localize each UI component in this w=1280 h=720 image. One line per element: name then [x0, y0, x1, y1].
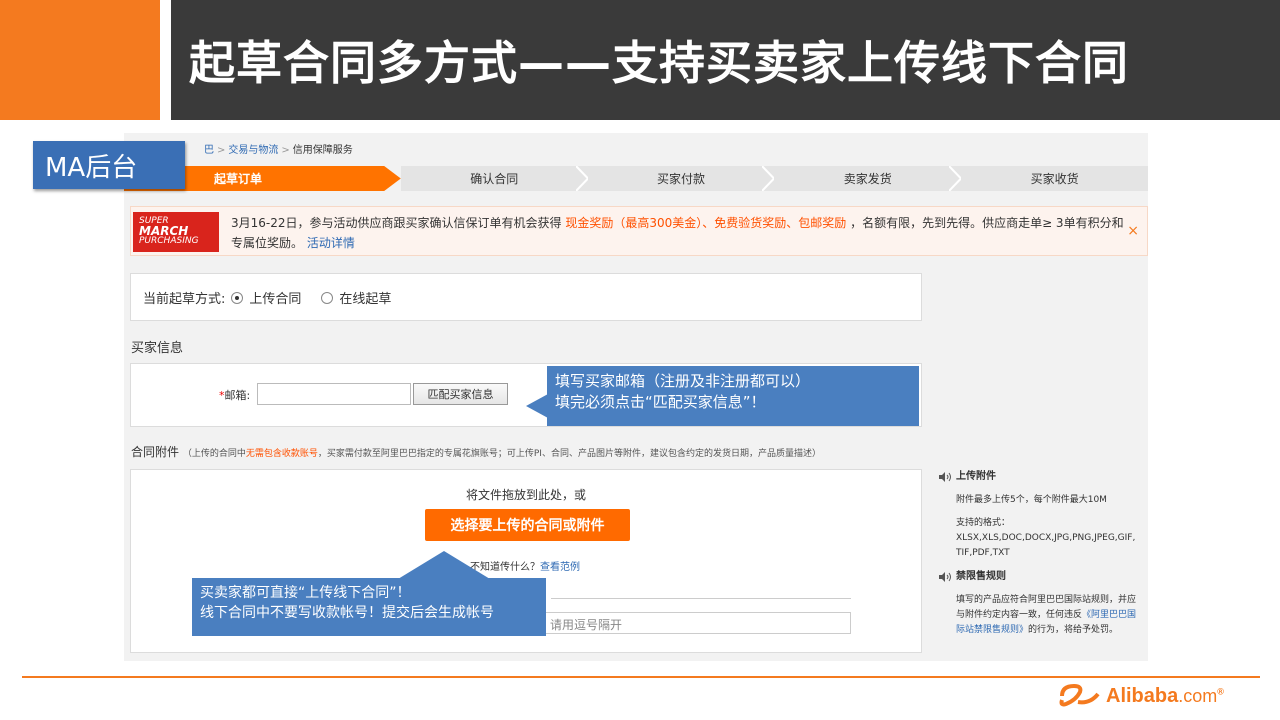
radio-online-draft[interactable] [321, 291, 334, 304]
upload-info-header: 上传附件 [938, 469, 1138, 484]
callout-line: 买卖家都可直接“上传线下合同”！ [200, 585, 411, 601]
view-example-link[interactable]: 查看范例 [540, 562, 580, 573]
rules-text-2: 的行为，将给予处罚。 [1028, 625, 1119, 635]
step-buyer-payment: 买家付款 [587, 166, 775, 191]
callout-pointer [526, 394, 548, 418]
divider [551, 598, 851, 599]
step-label: 确认合同 [470, 172, 519, 186]
promo-banner: SUPER MARCH PURCHASING 3月16-22日，参与活动供应商跟… [130, 206, 1148, 256]
ma-badge: MA后台 [33, 141, 185, 189]
breadcrumb-separator: > [281, 145, 290, 156]
email-label: *邮箱: [219, 387, 250, 403]
upload-info-title: 上传附件 [956, 471, 996, 482]
step-label: 买家收货 [1030, 172, 1079, 186]
alibaba-smile-icon [1059, 683, 1100, 707]
step-confirm-contract: 确认合同 [400, 166, 588, 191]
email-callout: 填写买家邮箱（注册及非注册都可以） 填完必须点击“匹配买家信息”！ [547, 366, 919, 426]
note-warning: 无需包含收款账号 [245, 449, 318, 459]
breadcrumb: 巴 > 交易与物流 > 信用保障服务 [204, 141, 353, 156]
upload-contract-button[interactable]: 选择要上传的合同或附件 [425, 509, 630, 541]
callout-line: 填完必须点击“匹配买家信息”！ [555, 393, 766, 411]
slide-title: 起草合同多方式——支持买卖家上传线下合同 [189, 36, 1129, 90]
promo-details-link[interactable]: 活动详情 [307, 236, 355, 250]
alibaba-wordmark: Alibaba.com® [1106, 685, 1224, 708]
rules-header: 禁限售规则 [938, 569, 1138, 584]
step-label: 卖家发货 [843, 172, 892, 186]
logo-text-bottom: PURCHASING [139, 236, 199, 246]
speaker-icon [939, 571, 951, 582]
attachment-note: （上传的合同中无需包含收款账号，买家需付款至阿里巴巴指定的专属花旗账号；可上传P… [183, 449, 821, 459]
rules-body: 填写的产品应符合阿里巴巴国际站规则，并应与附件约定内容一致，任何违反《阿里巴巴国… [938, 593, 1138, 638]
super-march-logo: SUPER MARCH PURCHASING [133, 212, 219, 252]
alibaba-logo: Alibaba.com® [1056, 680, 1224, 712]
option-upload-label[interactable]: 上传合同 [249, 288, 301, 307]
footer-rule [22, 676, 1260, 678]
promo-text: 3月16-22日，参与活动供应商跟买家确认信保订单有机会获得 现金奖励（最高30… [231, 213, 1131, 253]
breadcrumb-item-current: 信用保障服务 [292, 145, 353, 156]
match-buyer-button[interactable]: 匹配买家信息 [413, 383, 508, 405]
breadcrumb-separator: > [217, 145, 226, 156]
drop-zone-text[interactable]: 将文件拖放到此处，或 [131, 486, 921, 503]
title-bar: 起草合同多方式——支持买卖家上传线下合同 [171, 0, 1280, 120]
registered-mark: ® [1217, 685, 1224, 696]
comma-separated-input[interactable]: 请用逗号隔开 [545, 612, 851, 634]
promo-text-1: 3月16-22日，参与活动供应商跟买家确认信保订单有机会获得 [231, 216, 566, 230]
step-label: 起草订单 [214, 172, 263, 186]
email-label-text: 邮箱: [224, 389, 251, 402]
step-seller-ship: 卖家发货 [774, 166, 962, 191]
draft-mode-row: 当前起草方式: 上传合同 在线起草 [143, 288, 405, 307]
formats-label: 支持的格式： [956, 518, 1011, 528]
note-prefix: （上传的合同中 [182, 449, 246, 459]
step-buyer-receive: 买家收货 [961, 166, 1148, 191]
buyer-info-title: 买家信息 [131, 341, 184, 356]
draft-mode-label: 当前起草方式: [143, 292, 226, 307]
formats-block: 支持的格式： XLSX,XLS,DOC,DOCX,JPG,PNG,JPEG,GIF… [938, 516, 1138, 561]
step-chevron-icon [575, 166, 588, 191]
step-chevron-icon [949, 166, 962, 191]
callout-line: 线下合同中不要写收款帐号！提交后会生成帐号 [200, 605, 494, 621]
side-info: 上传附件 附件最多上传5个，每个附件最大10M 支持的格式： XLSX,XLS,D… [938, 469, 1138, 646]
radio-upload-contract[interactable] [231, 291, 244, 304]
upload-info-body: 附件最多上传5个，每个附件最大10M [956, 495, 1107, 505]
breadcrumb-item-home[interactable]: 巴 [204, 145, 214, 156]
brand-suffix: .com [1178, 685, 1218, 706]
attachment-title: 合同附件 [131, 445, 180, 459]
upload-callout: 买卖家都可直接“上传线下合同”！ 线下合同中不要写收款帐号！提交后会生成帐号 [192, 578, 546, 636]
email-field[interactable] [257, 383, 411, 405]
step-label: 买家付款 [656, 172, 705, 186]
rules-title: 禁限售规则 [956, 571, 1006, 582]
close-icon[interactable]: × [1127, 223, 1139, 239]
progress-steps: 起草订单 确认合同 买家付款 卖家发货 买家收货 [124, 166, 1148, 191]
breadcrumb-item-trade[interactable]: 交易与物流 [228, 145, 278, 156]
brand-name: Alibaba [1106, 684, 1179, 707]
logo-text-mid: MARCH [139, 224, 189, 238]
promo-highlight: 现金奖励（最高300美金）、免费验货奖励、包邮奖励 [565, 216, 847, 230]
formats-list: XLSX,XLS,DOC,DOCX,JPG,PNG,JPEG,GIF,TIF,P… [956, 533, 1136, 558]
option-online-label[interactable]: 在线起草 [339, 288, 391, 307]
step-chevron-icon [762, 166, 775, 191]
attachment-header: 合同附件 （上传的合同中无需包含收款账号，买家需付款至阿里巴巴指定的专属花旗账号… [131, 443, 821, 460]
callout-pointer [398, 551, 490, 579]
note-suffix: ，买家需付款至阿里巴巴指定的专属花旗账号；可上传PI、合同、产品图片等附件，建议… [317, 449, 821, 459]
draft-mode-panel: 当前起草方式: 上传合同 在线起草 [130, 273, 922, 321]
callout-line: 填写买家邮箱（注册及非注册都可以） [555, 372, 811, 390]
speaker-icon [939, 471, 951, 482]
header-accent-block [0, 0, 160, 120]
